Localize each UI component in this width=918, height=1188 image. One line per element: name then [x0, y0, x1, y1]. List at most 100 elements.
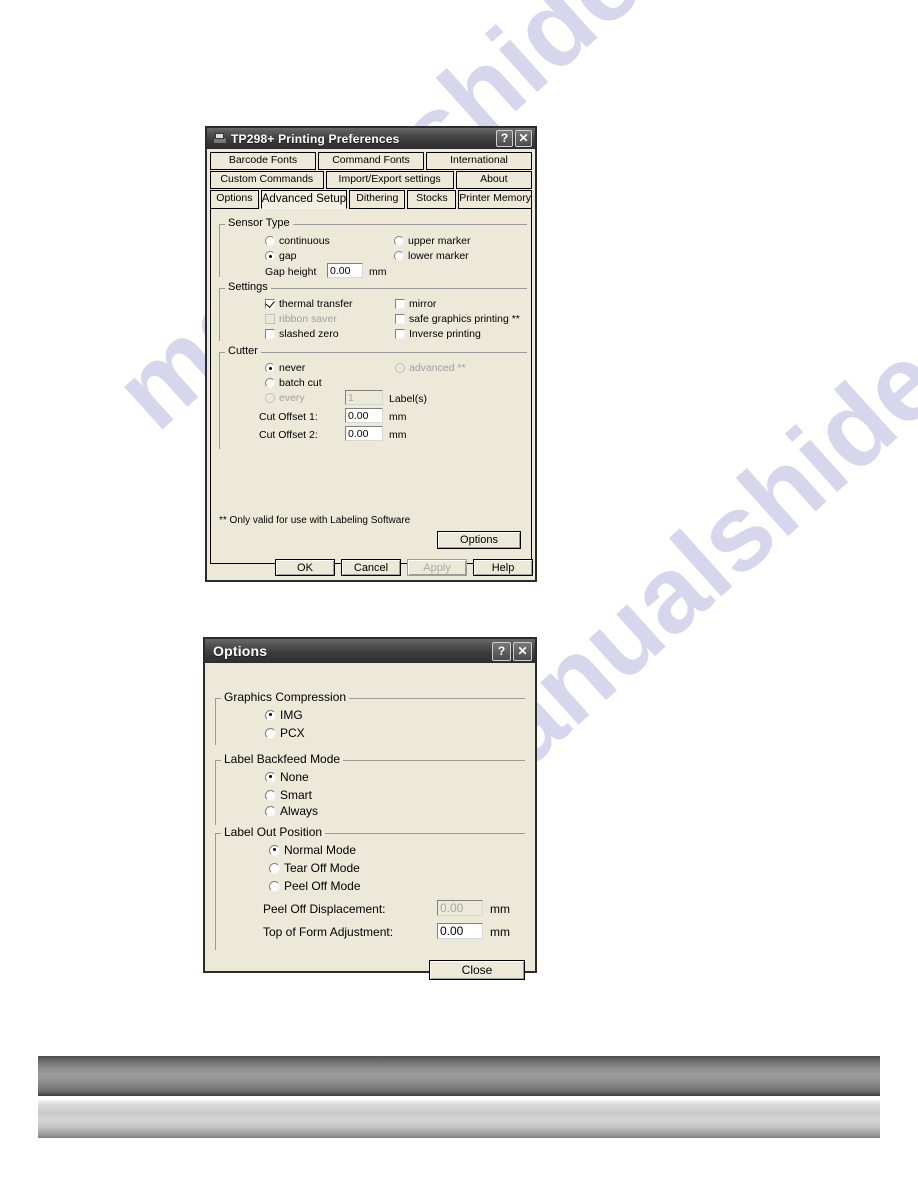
cut-offset-2-unit: mm [389, 429, 407, 441]
ok-button[interactable]: OK [275, 559, 335, 576]
decorative-bar-light [38, 1100, 880, 1138]
tab-custom-commands[interactable]: Custom Commands [210, 171, 324, 189]
close-icon[interactable]: ✕ [515, 130, 532, 147]
radio-every: every [265, 392, 305, 404]
top-of-form-input[interactable]: 0.00 [437, 923, 483, 939]
radio-mark [265, 709, 276, 721]
check-thermal-transfer[interactable]: thermal transfer [265, 298, 353, 310]
tab-command-fonts[interactable]: Command Fonts [318, 152, 424, 170]
peel-off-displacement-input: 0.00 [437, 900, 483, 916]
advanced-setup-page: Sensor Type continuous gap upper marker … [210, 209, 532, 564]
tab-barcode-fonts[interactable]: Barcode Fonts [210, 152, 316, 170]
graphics-compression-group: Graphics Compression IMG PCX [215, 691, 525, 745]
check-mark [265, 299, 275, 309]
gap-height-input[interactable]: 0.00 [327, 263, 363, 278]
check-slashed-zero[interactable]: slashed zero [265, 328, 339, 340]
radio-never[interactable]: never [265, 362, 305, 374]
cutter-group: Cutter never batch cut every advanced **… [219, 346, 527, 449]
tab-international[interactable]: International [426, 152, 532, 170]
cut-offset-1-unit: mm [389, 411, 407, 423]
gap-height-unit: mm [369, 266, 387, 278]
printer-icon [212, 132, 227, 145]
help-icon[interactable]: ? [496, 130, 513, 147]
group-left-edge [215, 698, 216, 745]
radio-mark [265, 805, 276, 817]
radio-gap[interactable]: gap [265, 250, 297, 262]
radio-upper-marker[interactable]: upper marker [394, 235, 470, 247]
radio-batch-cut[interactable]: batch cut [265, 377, 322, 389]
check-mark [265, 314, 275, 324]
cut-offset-1-label: Cut Offset 1: [259, 411, 318, 423]
check-mark [395, 299, 405, 309]
label-backfeed-mode-group: Label Backfeed Mode None Smart Always [215, 753, 525, 825]
radio-tear-off-mode[interactable]: Tear Off Mode [269, 862, 360, 874]
tab-stocks[interactable]: Stocks [407, 190, 457, 209]
radio-mark [269, 844, 280, 856]
help-icon[interactable]: ? [492, 641, 511, 661]
cutter-legend: Cutter [225, 346, 261, 357]
radio-img[interactable]: IMG [265, 709, 303, 721]
check-ribbon-saver: ribbon saver [265, 313, 337, 325]
radio-mark [265, 236, 275, 246]
options-button[interactable]: Options [437, 531, 521, 549]
help-button[interactable]: Help [473, 559, 533, 576]
tab-options[interactable]: Options [210, 190, 259, 209]
options-titlebar: Options ? ✕ [205, 639, 535, 663]
tab-printer-memory[interactable]: Printer Memory [458, 190, 532, 209]
radio-mark [265, 378, 275, 388]
cancel-button[interactable]: Cancel [341, 559, 401, 576]
group-left-edge [219, 352, 220, 449]
check-mark [265, 329, 275, 339]
top-of-form-unit: mm [490, 925, 510, 939]
check-inverse-printing[interactable]: Inverse printing [395, 328, 481, 340]
window-title: TP298+ Printing Preferences [231, 131, 400, 146]
every-labels-unit: Label(s) [389, 393, 427, 405]
radio-mark [265, 251, 275, 261]
sensor-type-legend: Sensor Type [225, 218, 293, 229]
radio-backfeed-none[interactable]: None [265, 771, 309, 783]
close-button[interactable]: Close [429, 960, 525, 980]
close-icon[interactable]: ✕ [513, 641, 532, 661]
settings-group: Settings thermal transfer ribbon saver s… [219, 282, 527, 341]
graphics-compression-legend: Graphics Compression [221, 691, 350, 703]
check-mark [395, 329, 405, 339]
radio-mark [265, 789, 276, 801]
titlebar: TP298+ Printing Preferences ? ✕ [207, 128, 535, 149]
radio-mark [265, 727, 276, 739]
group-left-edge [219, 224, 220, 277]
radio-advanced: advanced ** [395, 362, 466, 374]
radio-continuous[interactable]: continuous [265, 235, 330, 247]
label-out-position-group: Label Out Position Normal Mode Tear Off … [215, 826, 525, 950]
printing-preferences-dialog: TP298+ Printing Preferences ? ✕ Barcode … [205, 126, 537, 582]
radio-backfeed-smart[interactable]: Smart [265, 789, 312, 801]
options-dialog: Options ? ✕ Graphics Compression IMG PCX [203, 637, 537, 980]
tab-about[interactable]: About [455, 171, 533, 189]
tab-row-2: Custom Commands Import/Export settings A… [210, 171, 533, 189]
top-of-form-label: Top of Form Adjustment: [263, 925, 394, 939]
settings-legend: Settings [225, 282, 271, 293]
peel-off-displacement-unit: mm [490, 902, 510, 916]
group-line [219, 352, 527, 353]
radio-pcx[interactable]: PCX [265, 727, 305, 739]
label-backfeed-mode-legend: Label Backfeed Mode [221, 753, 344, 765]
group-left-edge [215, 760, 216, 825]
radio-mark [265, 393, 275, 403]
group-left-edge [215, 833, 216, 950]
check-safe-graphics-printing[interactable]: safe graphics printing ** [395, 313, 520, 325]
radio-peel-off-mode[interactable]: Peel Off Mode [269, 880, 361, 892]
sensor-type-group: Sensor Type continuous gap upper marker … [219, 218, 527, 278]
tab-dithering[interactable]: Dithering [349, 190, 406, 209]
radio-normal-mode[interactable]: Normal Mode [269, 844, 356, 856]
radio-mark [395, 363, 405, 373]
cut-offset-2-input[interactable]: 0.00 [345, 426, 383, 441]
radio-mark [394, 251, 404, 261]
tab-advanced-setup[interactable]: Advanced Setup [260, 190, 348, 209]
cut-offset-1-input[interactable]: 0.00 [345, 408, 383, 423]
tab-import-export-settings[interactable]: Import/Export settings [325, 171, 454, 189]
radio-backfeed-always[interactable]: Always [265, 805, 318, 817]
radio-lower-marker[interactable]: lower marker [394, 250, 469, 262]
tab-row-1: Barcode Fonts Command Fonts Internationa… [210, 152, 532, 170]
labeling-software-footnote: ** Only valid for use with Labeling Soft… [219, 515, 411, 526]
radio-mark [265, 771, 276, 783]
check-mirror[interactable]: mirror [395, 298, 436, 310]
